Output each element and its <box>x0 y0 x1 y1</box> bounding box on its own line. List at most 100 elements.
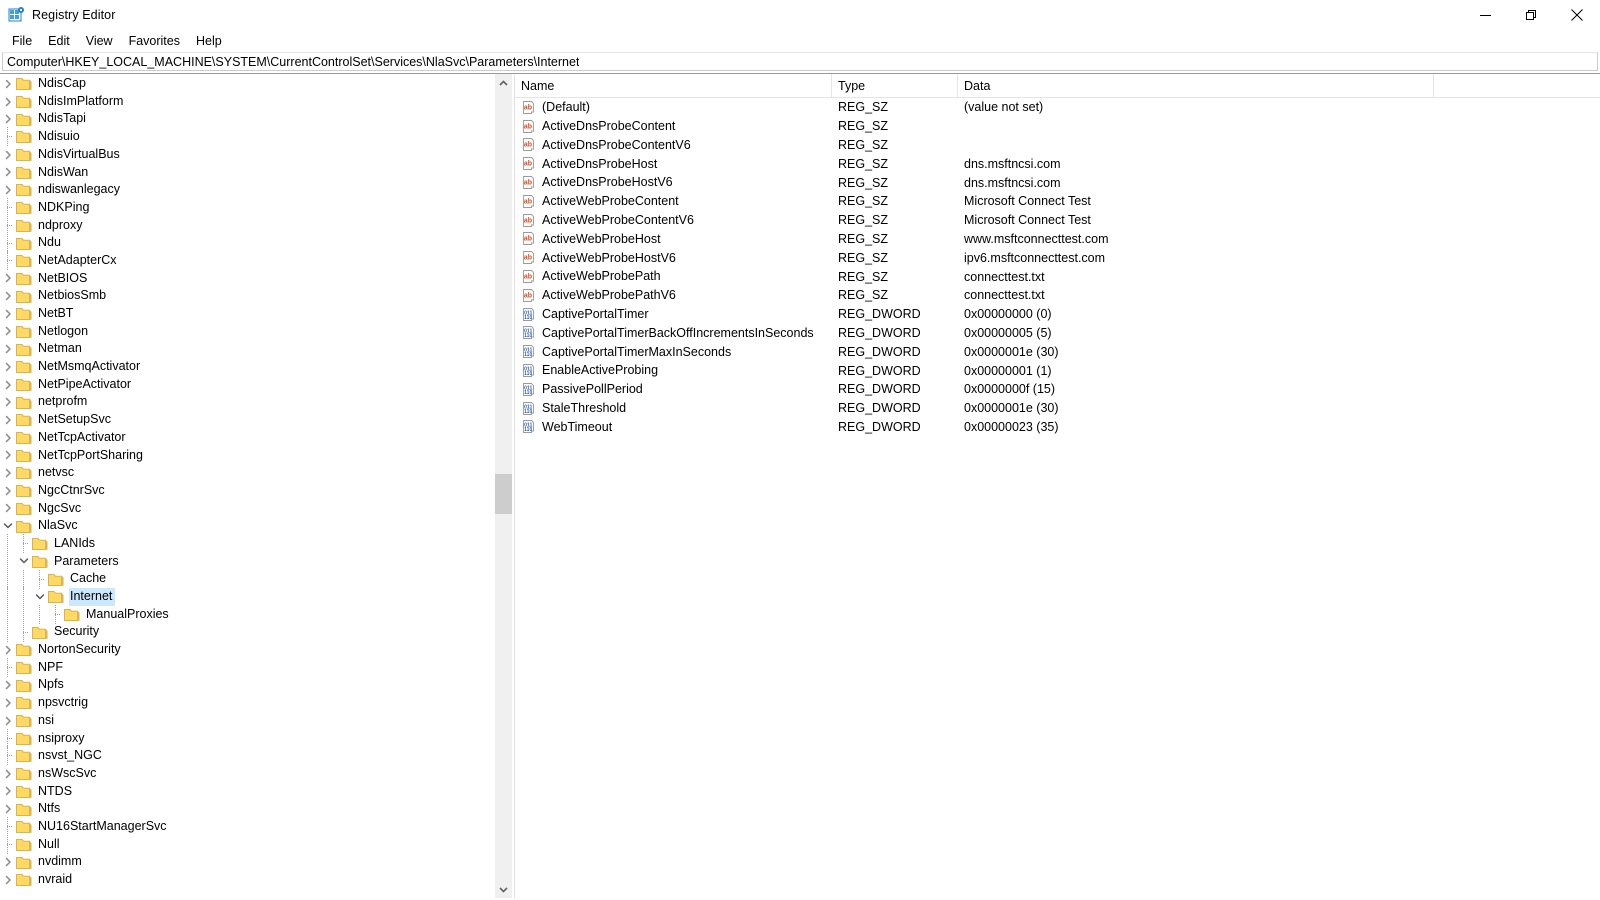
tree-item-nvraid[interactable]: nvraid <box>0 871 494 889</box>
chevron-right-icon[interactable] <box>0 93 16 110</box>
menu-item-view[interactable]: View <box>78 32 121 51</box>
tree-item-ndproxy[interactable]: ndproxy <box>0 215 494 235</box>
table-row[interactable]: ab ActiveWebProbeHost REG_SZ www.msftconnec… <box>515 230 1600 249</box>
chevron-right-icon[interactable] <box>0 270 16 287</box>
table-row[interactable]: 011 110 StaleThreshold REG_DWORD 0x0000001e … <box>515 399 1600 418</box>
tree-item-ndiswan[interactable]: NdisWan <box>0 163 494 181</box>
tree-item-netbiossmb[interactable]: NetbiosSmb <box>0 287 494 305</box>
tree-item-nsvst-ngc[interactable]: nsvst_NGC <box>0 746 494 766</box>
menu-item-help[interactable]: Help <box>188 32 230 51</box>
tree-item-ndkping[interactable]: NDKPing <box>0 198 494 218</box>
minimize-button[interactable] <box>1462 0 1508 30</box>
tree-item-ndisimplatform[interactable]: NdisImPlatform <box>0 93 494 111</box>
tree-item-lanids[interactable]: LANIds <box>0 534 494 554</box>
tree-item-ngcctnrsvc[interactable]: NgcCtnrSvc <box>0 482 494 500</box>
chevron-right-icon[interactable] <box>0 323 16 340</box>
chevron-right-icon[interactable] <box>0 677 16 694</box>
tree-item-netvsc[interactable]: netvsc <box>0 464 494 482</box>
tree-item-nettcpportsharing[interactable]: NetTcpPortSharing <box>0 446 494 464</box>
table-row[interactable]: 011 110 CaptivePortalTimerMaxInSeconds REG_… <box>515 342 1600 361</box>
tree-item-npf[interactable]: NPF <box>0 658 494 678</box>
chevron-right-icon[interactable] <box>0 394 16 411</box>
tree-item-nsi[interactable]: nsi <box>0 712 494 730</box>
tree-item-internet[interactable]: Internet <box>0 587 494 607</box>
chevron-right-icon[interactable] <box>0 482 16 499</box>
tree-item-manualproxies[interactable]: ManualProxies <box>0 604 494 624</box>
table-row[interactable]: ab ActiveDnsProbeContentV6 REG_SZ <box>515 136 1600 155</box>
chevron-right-icon[interactable] <box>0 801 16 818</box>
tree-item-security[interactable]: Security <box>0 622 494 642</box>
tree-item-ndu[interactable]: Ndu <box>0 233 494 253</box>
tree-item-ndistapi[interactable]: NdisTapi <box>0 110 494 128</box>
tree-item-ngcsvc[interactable]: NgcSvc <box>0 500 494 518</box>
tree-item-null[interactable]: Null <box>0 834 494 854</box>
tree-item-nlasvc[interactable]: NlaSvc <box>0 517 494 535</box>
tree-item-netprofm[interactable]: netprofm <box>0 393 494 411</box>
column-header-data[interactable]: Data <box>958 74 1434 97</box>
tree-item-nvdimm[interactable]: nvdimm <box>0 853 494 871</box>
table-row[interactable]: ab ActiveDnsProbeHostV6 REG_SZ dns.msftncsi… <box>515 173 1600 192</box>
tree-item-netmsmqactivator[interactable]: NetMsmqActivator <box>0 358 494 376</box>
tree-item-netlogon[interactable]: Netlogon <box>0 323 494 341</box>
menu-item-edit[interactable]: Edit <box>40 32 78 51</box>
chevron-right-icon[interactable] <box>0 871 16 888</box>
scroll-up-button[interactable] <box>495 74 512 91</box>
chevron-right-icon[interactable] <box>0 712 16 729</box>
table-row[interactable]: 011 110 PassivePollPeriod REG_DWORD 0x000000… <box>515 380 1600 399</box>
table-row[interactable]: 011 110 EnableActiveProbing REG_DWORD 0x0000… <box>515 361 1600 380</box>
chevron-right-icon[interactable] <box>0 111 16 128</box>
tree-item-ntfs[interactable]: Ntfs <box>0 800 494 818</box>
address-bar[interactable]: Computer\HKEY_LOCAL_MACHINE\SYSTEM\Curre… <box>2 52 1598 71</box>
chevron-right-icon[interactable] <box>0 854 16 871</box>
table-row[interactable]: ab ActiveWebProbeContent REG_SZ Microsoft C… <box>515 192 1600 211</box>
column-header-name[interactable]: Name <box>515 74 832 97</box>
restore-button[interactable] <box>1508 0 1554 30</box>
chevron-right-icon[interactable] <box>0 447 16 464</box>
table-row[interactable]: ab (Default) REG_SZ (value not set) <box>515 98 1600 117</box>
chevron-right-icon[interactable] <box>0 411 16 428</box>
chevron-right-icon[interactable] <box>0 765 16 782</box>
chevron-right-icon[interactable] <box>0 164 16 181</box>
tree-item-ndiscap[interactable]: NdisCap <box>0 75 494 93</box>
tree-item-netadaptercx[interactable]: NetAdapterCx <box>0 251 494 271</box>
chevron-right-icon[interactable] <box>0 341 16 358</box>
chevron-right-icon[interactable] <box>0 500 16 517</box>
table-row[interactable]: 011 110 WebTimeout REG_DWORD 0x00000023 (35) <box>515 418 1600 437</box>
menu-item-favorites[interactable]: Favorites <box>121 32 188 51</box>
chevron-down-icon[interactable] <box>32 588 48 605</box>
table-row[interactable]: ab ActiveWebProbePath REG_SZ connecttest.tx… <box>515 267 1600 286</box>
chevron-right-icon[interactable] <box>0 783 16 800</box>
tree-item-ntds[interactable]: NTDS <box>0 783 494 801</box>
tree-item-nettcpactivator[interactable]: NetTcpActivator <box>0 429 494 447</box>
chevron-right-icon[interactable] <box>0 358 16 375</box>
tree-item-npsvctrig[interactable]: npsvctrig <box>0 694 494 712</box>
tree-item-ndiswanlegacy[interactable]: ndiswanlegacy <box>0 181 494 199</box>
chevron-down-icon[interactable] <box>0 518 16 535</box>
menu-item-file[interactable]: File <box>4 32 40 51</box>
tree-item-netman[interactable]: Netman <box>0 340 494 358</box>
tree-item-nsiproxy[interactable]: nsiproxy <box>0 728 494 748</box>
tree-item-ndisvirtualbus[interactable]: NdisVirtualBus <box>0 146 494 164</box>
chevron-right-icon[interactable] <box>0 464 16 481</box>
chevron-right-icon[interactable] <box>0 376 16 393</box>
tree-item-netpipeactivator[interactable]: NetPipeActivator <box>0 376 494 394</box>
table-row[interactable]: ab ActiveWebProbePathV6 REG_SZ connecttest.… <box>515 286 1600 305</box>
tree-item-parameters[interactable]: Parameters <box>0 551 494 571</box>
chevron-right-icon[interactable] <box>0 288 16 305</box>
tree-item-ndisuio[interactable]: Ndisuio <box>0 127 494 147</box>
tree-item-netbt[interactable]: NetBT <box>0 305 494 323</box>
tree-vertical-scrollbar[interactable] <box>494 74 512 898</box>
chevron-right-icon[interactable] <box>0 305 16 322</box>
chevron-right-icon[interactable] <box>0 75 16 92</box>
table-row[interactable]: 011 110 CaptivePortalTimer REG_DWORD 0x00000… <box>515 305 1600 324</box>
table-row[interactable]: 011 110 CaptivePortalTimerBackOffIncrement… <box>515 324 1600 343</box>
close-button[interactable] <box>1554 0 1600 30</box>
table-row[interactable]: ab ActiveDnsProbeContent REG_SZ <box>515 117 1600 136</box>
tree-item-netsetupsvc[interactable]: NetSetupSvc <box>0 411 494 429</box>
tree-item-cache[interactable]: Cache <box>0 569 494 589</box>
chevron-right-icon[interactable] <box>0 641 16 658</box>
table-row[interactable]: ab ActiveWebProbeContentV6 REG_SZ Microsoft… <box>515 211 1600 230</box>
chevron-right-icon[interactable] <box>0 694 16 711</box>
chevron-down-icon[interactable] <box>16 553 32 570</box>
chevron-right-icon[interactable] <box>0 181 16 198</box>
